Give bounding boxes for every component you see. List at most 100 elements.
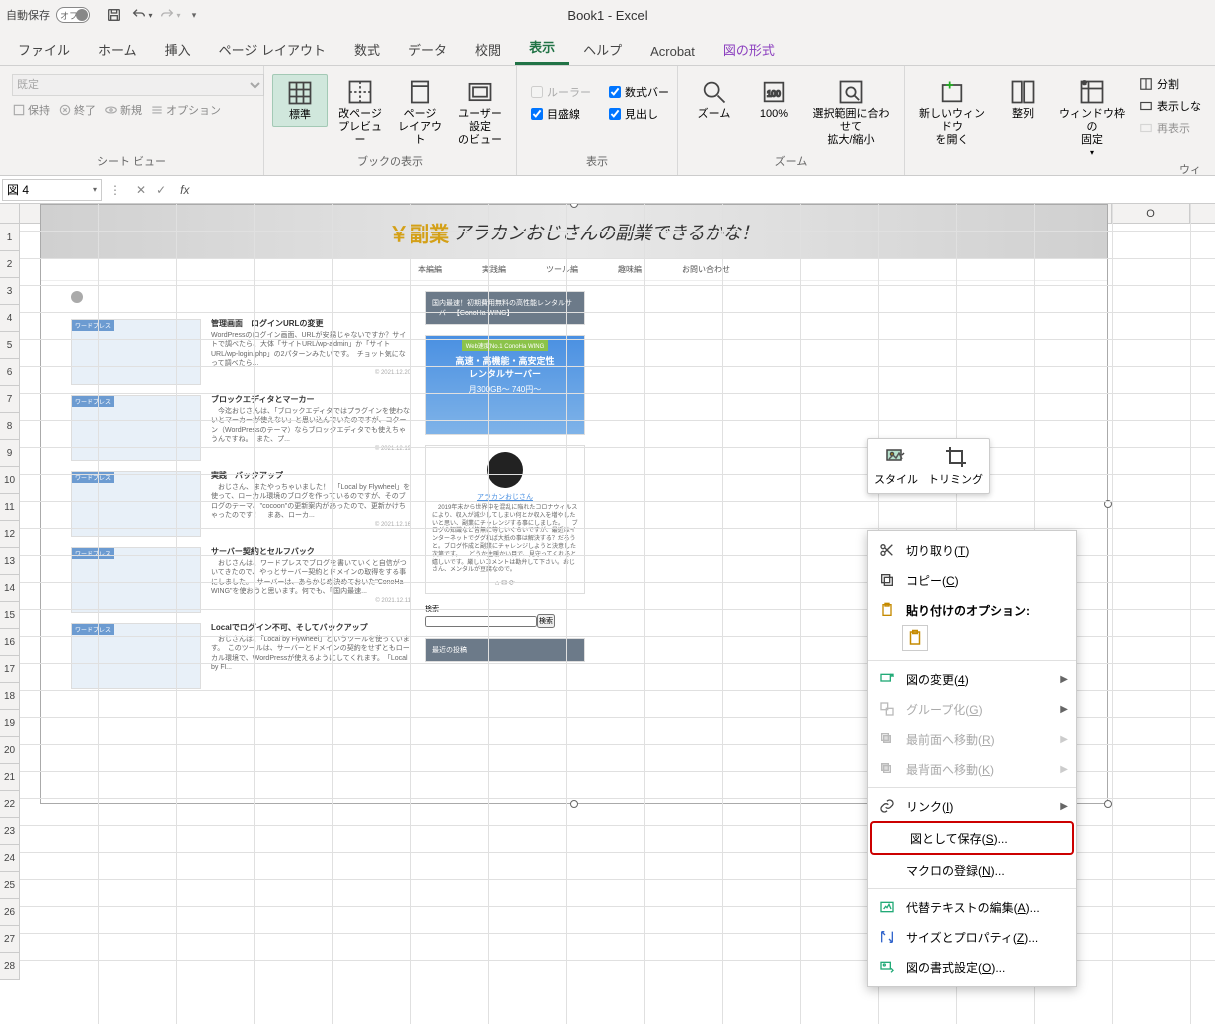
sheetview-keep[interactable]: 保持 <box>12 102 50 118</box>
row-header[interactable]: 18 <box>0 683 20 710</box>
row-header[interactable]: 21 <box>0 764 20 791</box>
chk-formulabar[interactable]: 数式バー <box>609 84 669 100</box>
resize-handle-se[interactable] <box>1104 800 1112 808</box>
qat-customize[interactable]: ▾ <box>186 3 202 27</box>
sheetview-dropdown[interactable]: 既定 <box>12 74 264 96</box>
ctx-copy[interactable]: コピー(C) <box>868 565 1076 595</box>
row-header[interactable]: 5 <box>0 332 20 359</box>
row-header[interactable]: 4 <box>0 305 20 332</box>
view-custom[interactable]: ユーザー設定 のビュー <box>452 74 508 152</box>
webpage-post: ワードプレス Localでログイン不可、そしてバックアップ おじさんは、「Loc… <box>71 623 411 689</box>
sheetview-new[interactable]: 新規 <box>104 102 142 118</box>
freeze-panes[interactable]: *ウィンドウ枠の 固定▾ <box>1055 74 1129 161</box>
ctx-sizeprops[interactable]: サイズとプロパティ(Z)... <box>868 922 1076 952</box>
zoom-100[interactable]: 100100% <box>746 74 802 125</box>
title-bar: 自動保存 オフ ▾ ▾ ▾ Book1 - Excel <box>0 0 1215 30</box>
row-header[interactable]: 3 <box>0 278 20 305</box>
tab-acrobat[interactable]: Acrobat <box>636 38 709 65</box>
style-button[interactable]: スタイル <box>874 445 918 487</box>
row-header[interactable]: 22 <box>0 791 20 818</box>
row-header[interactable]: 27 <box>0 926 20 953</box>
row-header[interactable]: 7 <box>0 386 20 413</box>
toggle-switch[interactable]: オフ <box>56 7 90 23</box>
ctx-link[interactable]: リンク(I)▶ <box>868 791 1076 821</box>
cancel-formula-icon[interactable]: ✕ <box>136 183 146 197</box>
chk-ruler[interactable]: ルーラー <box>531 84 591 100</box>
paste-option-1[interactable] <box>902 625 928 651</box>
sheetview-options[interactable]: オプション <box>150 102 221 118</box>
row-header[interactable]: 2 <box>0 251 20 278</box>
chk-headings[interactable]: 見出し <box>609 106 669 122</box>
resize-handle-s[interactable] <box>570 800 578 808</box>
zoom-fitselection[interactable]: 選択範囲に合わせて 拡大/縮小 <box>806 74 896 152</box>
view-pagebreak[interactable]: 改ページ プレビュー <box>332 74 388 152</box>
row-header[interactable]: 23 <box>0 818 20 845</box>
split-button[interactable]: 分割 <box>1139 76 1201 92</box>
ctx-formatpic[interactable]: 図の書式設定(O)... <box>868 952 1076 982</box>
blank-icon <box>882 829 900 847</box>
row-header[interactable]: 13 <box>0 548 20 575</box>
fx-icon[interactable]: fx <box>180 183 189 197</box>
tab-file[interactable]: ファイル <box>4 34 84 65</box>
autosave-toggle[interactable]: 自動保存 オフ <box>6 7 90 23</box>
row-header[interactable]: 6 <box>0 359 20 386</box>
row-header[interactable]: 25 <box>0 872 20 899</box>
tab-view[interactable]: 表示 <box>515 31 569 65</box>
ctx-saveaspic[interactable]: 図として保存(S)... <box>870 821 1074 855</box>
enter-formula-icon[interactable]: ✓ <box>156 183 166 197</box>
row-header[interactable]: 20 <box>0 737 20 764</box>
save-button[interactable] <box>102 3 126 27</box>
ctx-changepic[interactable]: 図の変更(4)▶ <box>868 664 1076 694</box>
webpage-post: ワードプレス サーバー契約とセルフバック おじさんは、ワードプレスでブログを書い… <box>71 547 411 613</box>
tab-help[interactable]: ヘルプ <box>569 34 636 65</box>
chevron-right-icon: ▶ <box>1060 674 1068 685</box>
row-header[interactable]: 8 <box>0 413 20 440</box>
new-window[interactable]: 新しいウィンドウ を開く <box>913 74 991 152</box>
group-workbookviews: 標準 改ページ プレビュー ページ レイアウト ユーザー設定 のビュー ブックの… <box>264 66 517 175</box>
webpage-nav: 本編編実践編ツール編趣味編お問い合わせ <box>41 259 1107 281</box>
group-icon <box>878 700 896 718</box>
picture-mini-toolbar: スタイル トリミング <box>867 438 990 494</box>
chk-gridlines[interactable]: 目盛線 <box>531 106 591 122</box>
tab-home[interactable]: ホーム <box>84 34 151 65</box>
hide-button[interactable]: 表示しな <box>1139 98 1201 114</box>
arrange-all[interactable]: 整列 <box>995 74 1051 125</box>
sheetview-exit[interactable]: 終了 <box>58 102 96 118</box>
sidebar-banner: 国内最速！初期費用無料の高性能レンタルサーバー【ConoHa WING】 <box>425 291 585 325</box>
row-header[interactable]: 17 <box>0 656 20 683</box>
unhide-button[interactable]: 再表示 <box>1139 120 1201 136</box>
row-header[interactable]: 15 <box>0 602 20 629</box>
row-header[interactable]: 11 <box>0 494 20 521</box>
alt-text-icon <box>878 898 896 916</box>
tab-formulas[interactable]: 数式 <box>340 34 394 65</box>
row-header[interactable]: 1 <box>0 224 20 251</box>
ctx-assignmacro[interactable]: マクロの登録(N)... <box>868 855 1076 885</box>
tab-pictureformat[interactable]: 図の形式 <box>709 34 789 65</box>
row-header[interactable]: 14 <box>0 575 20 602</box>
row-header[interactable]: 16 <box>0 629 20 656</box>
row-header[interactable]: 28 <box>0 953 20 980</box>
zoom-button[interactable]: ズーム <box>686 74 742 125</box>
tab-insert[interactable]: 挿入 <box>151 34 205 65</box>
ctx-alttext[interactable]: 代替テキストの編集(A)... <box>868 892 1076 922</box>
view-normal[interactable]: 標準 <box>272 74 328 127</box>
redo-button[interactable]: ▾ <box>158 3 182 27</box>
row-header[interactable]: 19 <box>0 710 20 737</box>
row-header[interactable]: 24 <box>0 845 20 872</box>
group-window: 新しいウィンドウ を開く 整列 *ウィンドウ枠の 固定▾ 分割 表示しな 再表示… <box>905 66 1209 175</box>
tab-review[interactable]: 校閲 <box>461 34 515 65</box>
undo-button[interactable]: ▾ <box>130 3 154 27</box>
row-header[interactable]: 9 <box>0 440 20 467</box>
formula-input[interactable] <box>197 179 1215 201</box>
select-all-corner[interactable] <box>0 204 20 223</box>
crop-button[interactable]: トリミング <box>928 445 983 487</box>
profile-text: 2019年末から世界中を混乱に陥れたコロナウィルスにより、収入が減少してしまい何… <box>432 505 578 575</box>
ctx-cut[interactable]: 切り取り(T) <box>868 535 1076 565</box>
row-header[interactable]: 12 <box>0 521 20 548</box>
tab-pagelayout[interactable]: ページ レイアウト <box>205 34 340 65</box>
row-header[interactable]: 10 <box>0 467 20 494</box>
name-box[interactable]: 図 4▾ <box>2 179 102 201</box>
tab-data[interactable]: データ <box>394 34 461 65</box>
view-pagelayout[interactable]: ページ レイアウト <box>392 74 448 152</box>
row-header[interactable]: 26 <box>0 899 20 926</box>
